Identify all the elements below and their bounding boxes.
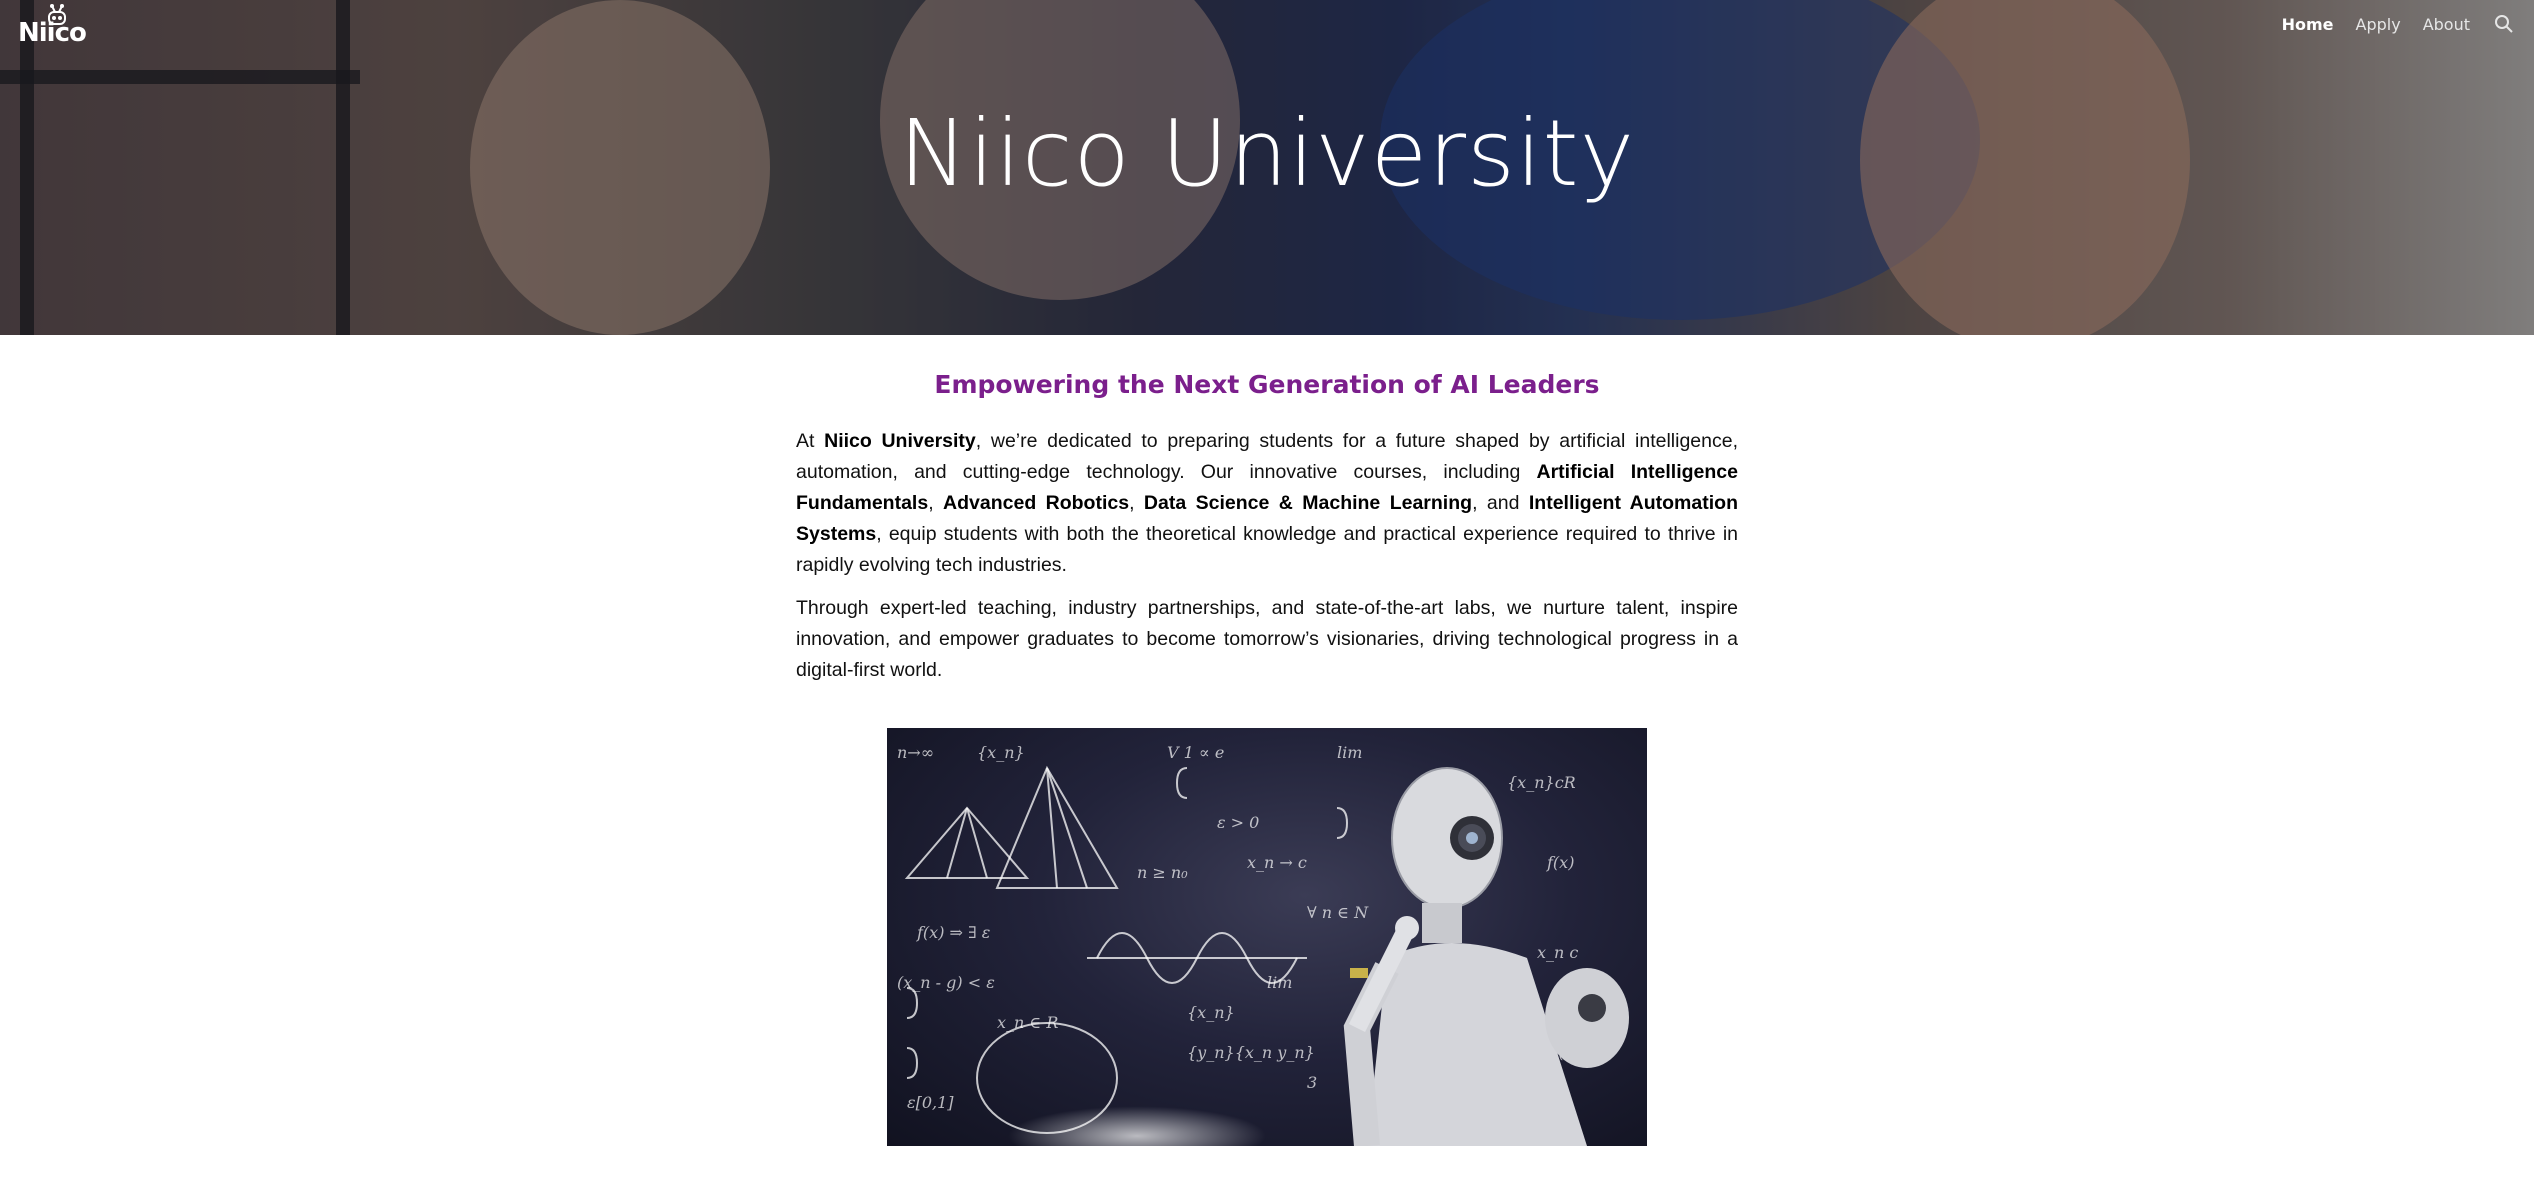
intro-paragraph: At Niico University, we’re dedicated to …: [796, 430, 1738, 576]
search-icon[interactable]: [2494, 14, 2514, 34]
chalkboard-illustration: n→∞ {x_n} V 1 ∝ e lim ε > 0 n ≥ n₀ x_n →…: [897, 743, 1629, 1146]
svg-text:V 1 ∝ e: V 1 ∝ e: [1167, 743, 1224, 762]
university-name: Niico University: [824, 430, 976, 452]
mission-paragraph: Through expert-led teaching, industry pa…: [796, 597, 1738, 681]
ai-robot-chalkboard-image: n→∞ {x_n} V 1 ∝ e lim ε > 0 n ≥ n₀ x_n →…: [887, 728, 1647, 1146]
svg-text:{x_n}: {x_n}: [1187, 1003, 1235, 1022]
nav-apply[interactable]: Apply: [2356, 15, 2401, 34]
svg-text:x_n → c: x_n → c: [1247, 853, 1307, 872]
svg-text:∀ n ∈ N: ∀ n ∈ N: [1307, 903, 1369, 922]
svg-text:ε[0,1]: ε[0,1]: [907, 1093, 954, 1112]
svg-text:{x_n}cR: {x_n}cR: [1507, 773, 1576, 792]
svg-text:x_n ∈ R: x_n ∈ R: [997, 1013, 1058, 1032]
svg-text:3: 3: [1307, 1073, 1317, 1092]
svg-text:lim: lim: [1267, 973, 1292, 992]
main-content: Empowering the Next Generation of AI Lea…: [796, 370, 1738, 698]
nav-home[interactable]: Home: [2282, 15, 2334, 34]
svg-text:(x_n - g) < ε: (x_n - g) < ε: [897, 973, 995, 992]
svg-text:f(x): f(x): [1546, 853, 1574, 872]
nav-about[interactable]: About: [2423, 15, 2470, 34]
svg-text:x_n c: x_n c: [1537, 943, 1578, 962]
svg-text:n→∞: n→∞: [897, 743, 934, 762]
image-glow: [1007, 1106, 1267, 1146]
site-logo[interactable]: Niico: [18, 4, 108, 48]
hero-banner: Niico University: [0, 0, 2534, 335]
svg-text:ε > 0: ε > 0: [1217, 813, 1259, 832]
svg-text:n ≥ n₀: n ≥ n₀: [1137, 863, 1188, 882]
logo-text: Niico: [18, 18, 87, 48]
svg-text:{x_n}: {x_n}: [977, 743, 1025, 762]
svg-text:{y_n}{x_n y_n}: {y_n}{x_n y_n}: [1187, 1043, 1315, 1062]
top-nav: Home Apply About: [2260, 14, 2514, 34]
course-data-science: Data Science & Machine Learning: [1143, 492, 1473, 514]
hero-title: Niico University: [898, 100, 1636, 207]
robot-figure: [1343, 767, 1629, 1146]
svg-text:f(x) ⇒ ∃ ε: f(x) ⇒ ∃ ε: [916, 923, 990, 942]
course-advanced-robotics: Advanced Robotics: [943, 492, 1130, 514]
section-headline: Empowering the Next Generation of AI Lea…: [934, 370, 1600, 399]
svg-text:lim: lim: [1337, 743, 1362, 762]
